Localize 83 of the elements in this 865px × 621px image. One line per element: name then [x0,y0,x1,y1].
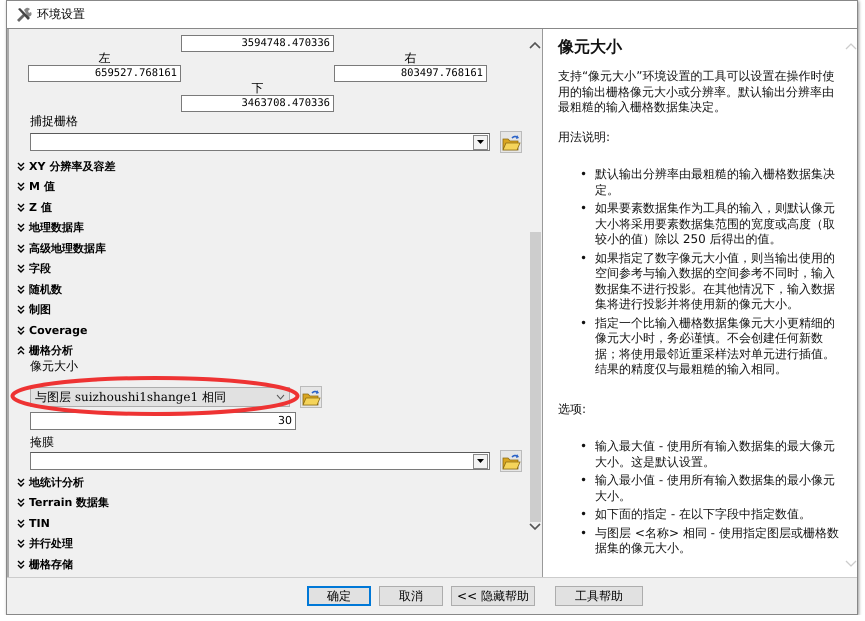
section-header[interactable]: Coverage [9,320,528,340]
help-heading: 用法说明: [558,130,612,145]
expand-icon [17,518,25,528]
caret-icon [276,393,285,401]
bullet-mark: • [580,250,588,266]
browse-button[interactable] [300,386,322,408]
folder-icon [501,452,521,470]
right-extent-field[interactable]: 803497.768161 [334,65,487,82]
field-label: 右 [404,52,418,65]
section-header[interactable]: 字段 [9,258,528,279]
scroll-thumb[interactable] [530,232,540,522]
bullet-mark: • [580,167,588,183]
bullet-mark: • [580,473,588,489]
expand-icon [17,478,25,487]
section-header[interactable]: TIN [9,513,528,534]
scroll-down-icon [844,560,856,567]
section-header[interactable]: Z 值 [9,197,528,218]
help-bullet: 与图层 <名称> 相同 - 使用指定图层或栅格数据集的像元大小。 [595,526,840,556]
section-header[interactable]: 地理数据库 [9,218,528,238]
field-label: 掩膜 [30,435,54,450]
section-header[interactable]: 地统计分析 [9,472,528,492]
dialog-button[interactable]: 取消 [379,586,443,606]
help-bullet: 输入最小值 - 使用所有输入数据集的最小像元大小。 [595,473,836,504]
caret-icon [476,139,485,145]
field-label: 像元大小 [30,359,78,374]
section-header[interactable]: XY 分辨率及容差 [9,156,528,176]
browse-button[interactable] [500,131,522,153]
dialog-button[interactable]: << 隐藏帮助 [451,586,535,606]
expand-icon [17,305,25,314]
window-title: 环境设置 [37,6,85,23]
field-label: 左 [98,52,112,65]
folder-icon [501,132,521,152]
collapse-icon [17,346,25,356]
help-bullet: 如果指定了数字像元大小值，则当输出使用的空间参考与输入数据的空间参考不同时，输入数据集不进行投影。在其他情况下，输入数据集将进行投影并将使用新的像元大小。 [595,250,836,312]
expand-icon [17,244,25,253]
bottom-extent-field[interactable]: 3463708.470336 [181,95,334,112]
expand-icon [17,202,25,212]
section-header[interactable]: 栅格分析 [9,340,528,361]
expand-icon [17,560,25,569]
help-paragraph: 支持“像元大小”环境设置的工具可以设置在操作时使用的输出栅格像元大小或分辨率。默认输出分辨率由最粗糙的输入栅格数据集决定。 [558,69,836,116]
scroll-down-icon [529,522,541,531]
cell-size-dropdown[interactable]: 与图层 suizhoushi1shange1 相同 [30,387,290,407]
expand-icon [17,539,25,548]
scroll-up-icon [529,41,541,50]
expand-icon [17,182,25,192]
tool-help-button[interactable]: 工具帮助 [555,586,643,606]
section-header[interactable]: Terrain 数据集 [9,492,528,513]
scroll-up-icon [844,43,856,50]
dialog-button[interactable]: 确定 [307,586,371,606]
field-label: 下 [250,82,264,95]
bullet-mark: • [580,439,588,455]
bullet-mark: • [580,526,588,542]
section-header[interactable]: 高级地理数据库 [9,238,528,258]
expand-icon [17,162,25,171]
expand-icon [17,326,25,335]
expand-icon [17,223,25,232]
top-extent-field[interactable]: 3594748.470336 [181,35,334,52]
help-bullet: 输入最大值 - 使用所有输入数据集的最大像元大小。这是默认设置。 [595,439,836,470]
section-header[interactable]: M 值 [9,176,528,197]
expand-icon [17,284,25,294]
left-extent-field[interactable]: 659527.768161 [28,65,181,82]
help-heading: 选项: [558,402,588,417]
section-header[interactable]: 栅格存储 [9,554,528,574]
raster-dropdown[interactable] [30,452,490,470]
caret-icon [476,458,485,464]
expand-icon [17,264,25,274]
section-header[interactable]: 并行处理 [9,534,528,554]
tools-icon [15,6,32,23]
browse-button[interactable] [500,450,522,472]
section-header[interactable]: 随机数 [9,279,528,300]
bullet-mark: • [580,507,588,522]
raster-dropdown[interactable] [30,133,490,151]
section-header[interactable]: 制图 [9,300,528,320]
help-title: 像元大小 [558,37,624,57]
help-bullet: 如果要素数据集作为工具的输入，则默认像元大小将采用要素数据集范围的宽度或高度（取较小的值）除以 250 后得出的值。 [595,201,836,248]
folder-icon [301,388,321,406]
bullet-mark: • [580,316,588,332]
help-bullet: 如下面的指定 - 在以下字段中指定数值。 [595,507,812,522]
help-bullet: 指定一个比输入栅格数据集像元大小更精细的像元大小时，务必谨慎。不会创建任何新数据；将使用最邻近重采样法对单元进行插值。结果的精度仅与最粗糙的输入相同。 [595,316,836,378]
expand-icon [17,498,25,508]
field-label: 捕捉栅格 [30,114,79,129]
help-bullet: 默认输出分辨率由最粗糙的输入栅格数据集决定。 [595,167,836,198]
bullet-mark: • [580,201,588,217]
